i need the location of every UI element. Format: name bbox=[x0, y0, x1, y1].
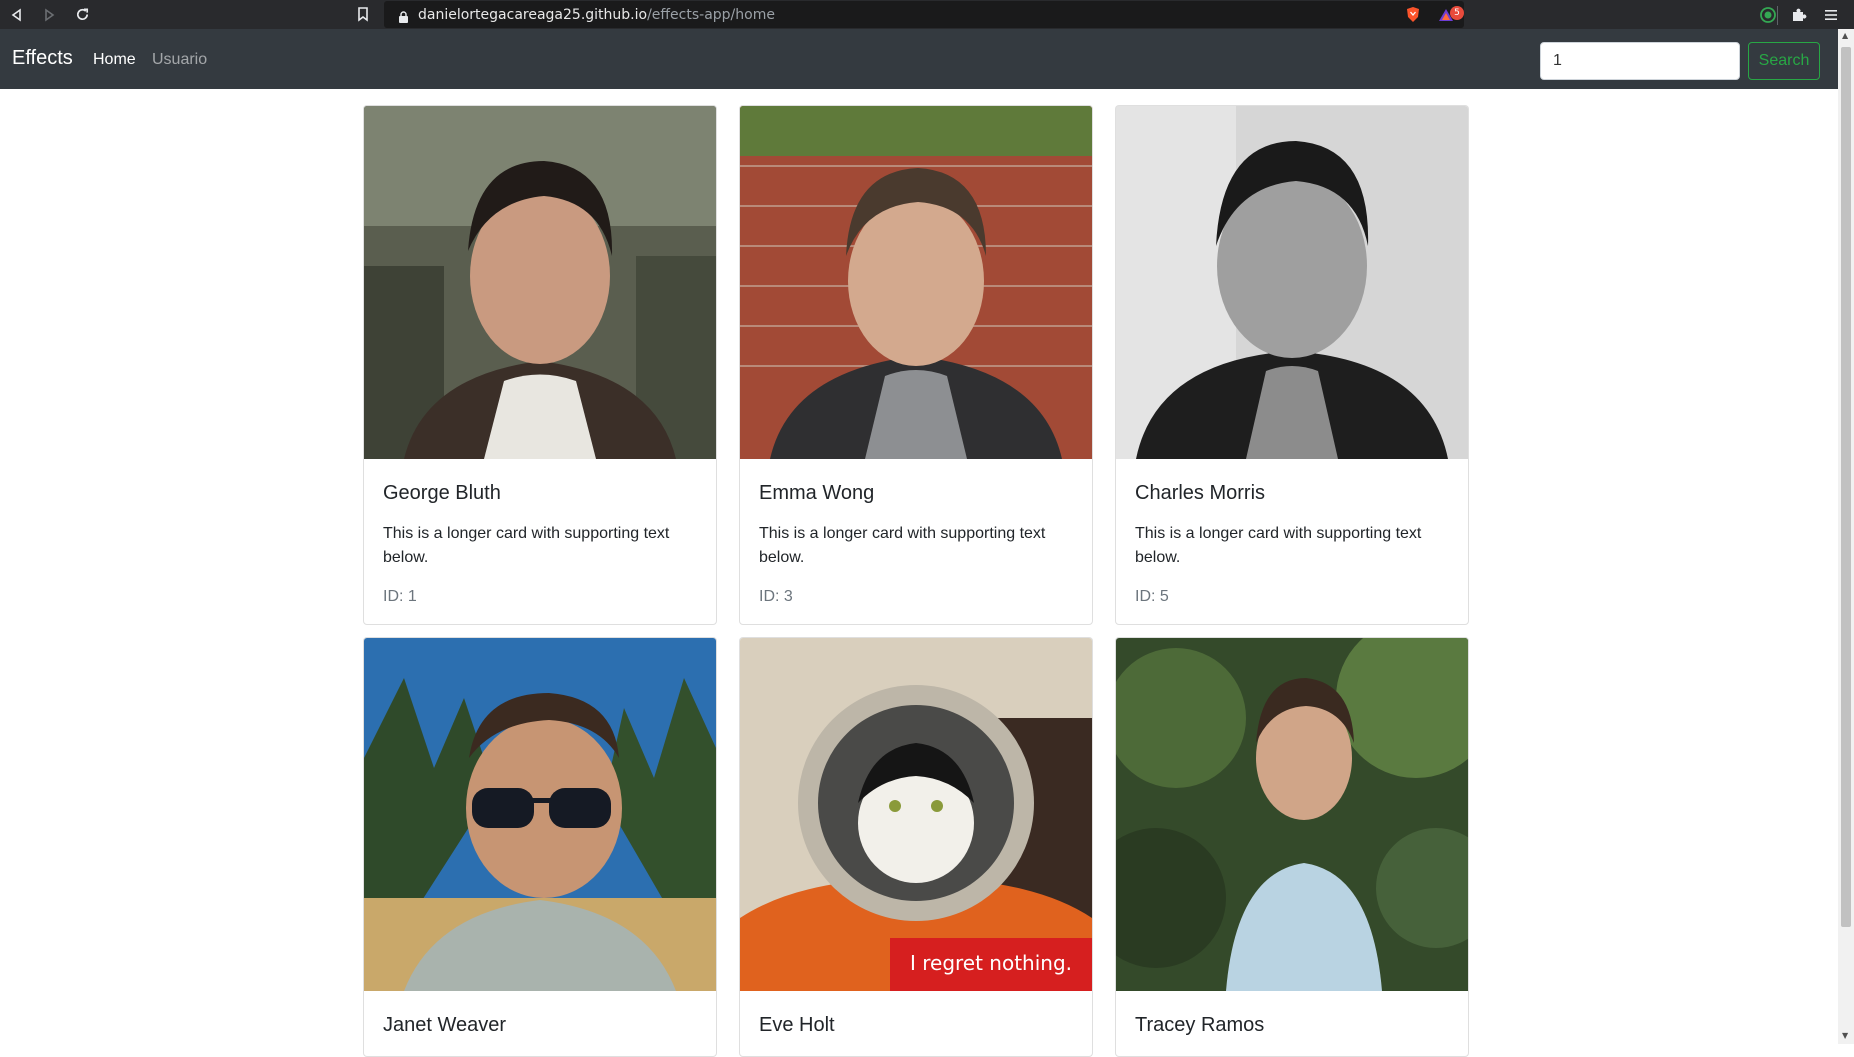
card-title: Eve Holt bbox=[759, 1014, 835, 1036]
forward-icon[interactable] bbox=[38, 0, 60, 29]
user-card: Tracey Ramos bbox=[1115, 637, 1469, 1057]
user-card: George Bluth This is a longer card with … bbox=[363, 105, 717, 625]
card-id: ID: 3 bbox=[759, 588, 793, 605]
scroll-up-icon[interactable]: ▲ bbox=[1842, 31, 1848, 40]
bookmark-icon[interactable] bbox=[353, 0, 373, 29]
user-card: I regret nothing. Eve Holt bbox=[739, 637, 1093, 1057]
menu-icon[interactable] bbox=[1820, 0, 1842, 29]
card-title: Emma Wong bbox=[759, 482, 875, 504]
address-bar[interactable]: danielortegacareaga25.github.io/effects-… bbox=[384, 1, 1778, 28]
brave-shield-icon[interactable] bbox=[1401, 0, 1425, 29]
image-caption: I regret nothing. bbox=[910, 951, 1072, 975]
navbar-brand[interactable]: Effects bbox=[12, 47, 73, 70]
search-button[interactable]: Search bbox=[1748, 42, 1820, 80]
reload-icon[interactable] bbox=[71, 0, 93, 29]
card-id: ID: 5 bbox=[1135, 588, 1169, 605]
card-title: Charles Morris bbox=[1135, 482, 1266, 504]
puzzle-icon[interactable] bbox=[1788, 0, 1810, 29]
scroll-thumb[interactable] bbox=[1841, 47, 1851, 927]
back-icon[interactable] bbox=[6, 0, 28, 29]
url-host: danielortegacareaga25.github.io bbox=[418, 7, 648, 23]
nav-link-usuario[interactable]: Usuario bbox=[152, 51, 207, 69]
card-text: This is a longer card with supporting te… bbox=[1135, 525, 1422, 566]
lock-icon bbox=[398, 9, 409, 28]
app-navbar: Effects Home Usuario Search bbox=[0, 29, 1838, 89]
user-card: Emma Wong This is a longer card with sup… bbox=[739, 105, 1093, 625]
user-card: Charles Morris This is a longer card wit… bbox=[1115, 105, 1469, 625]
card-photo bbox=[364, 638, 716, 991]
card-photo bbox=[1116, 106, 1468, 459]
card-photo bbox=[364, 106, 716, 459]
card-text: This is a longer card with supporting te… bbox=[759, 525, 1046, 566]
url-text: danielortegacareaga25.github.io/effects-… bbox=[418, 7, 775, 23]
nav-link-home[interactable]: Home bbox=[93, 51, 136, 69]
card-title: George Bluth bbox=[383, 482, 501, 504]
browser-toolbar: danielortegacareaga25.github.io/effects-… bbox=[0, 0, 1854, 29]
user-card: Janet Weaver bbox=[363, 637, 717, 1057]
search-input[interactable] bbox=[1540, 42, 1740, 80]
extension-icon[interactable] bbox=[1757, 0, 1779, 29]
card-title: Tracey Ramos bbox=[1135, 1014, 1265, 1036]
scroll-down-icon[interactable]: ▼ bbox=[1842, 1031, 1848, 1040]
notification-badge: 5 bbox=[1450, 6, 1464, 20]
card-photo bbox=[740, 106, 1092, 459]
card-photo bbox=[1116, 638, 1468, 991]
page-scrollbar[interactable]: ▲ ▼ bbox=[1838, 29, 1854, 1044]
card-id: ID: 1 bbox=[383, 588, 417, 605]
card-title: Janet Weaver bbox=[383, 1014, 507, 1036]
url-path: /effects-app/home bbox=[647, 7, 775, 23]
card-text: This is a longer card with supporting te… bbox=[383, 525, 670, 566]
card-photo: I regret nothing. bbox=[740, 638, 1092, 991]
